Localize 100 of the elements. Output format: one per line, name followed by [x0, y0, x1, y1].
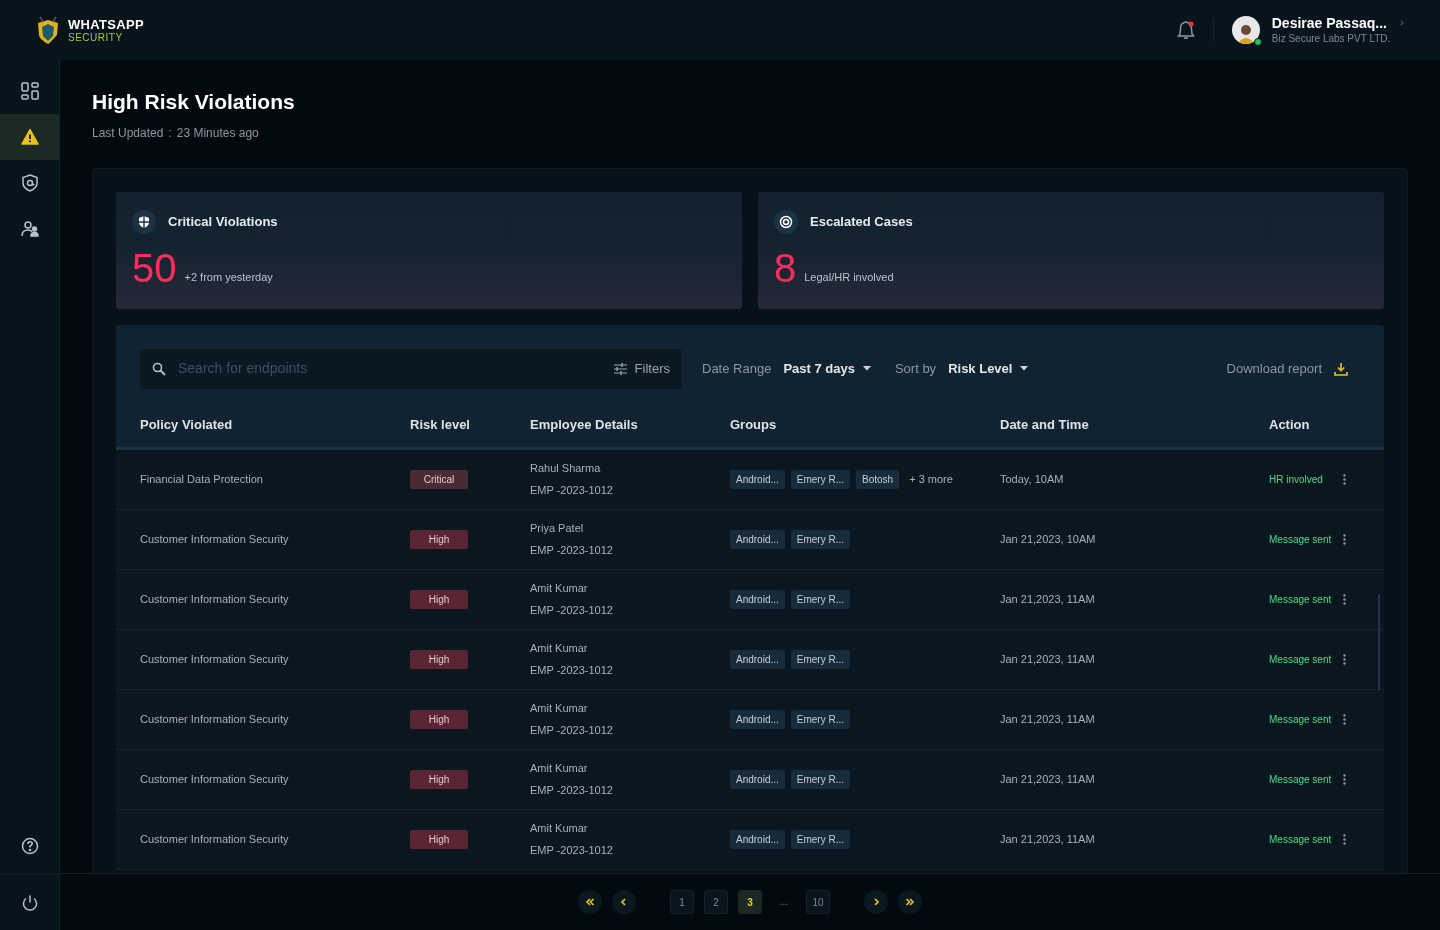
group-tag: Emery R...	[790, 529, 851, 549]
policy-cell-text: Customer Information Security	[140, 651, 290, 667]
last-page-button[interactable]	[898, 890, 922, 914]
search-field[interactable]: Search for endpoints Filters	[140, 348, 682, 389]
column-header: Action	[1269, 415, 1311, 434]
stat-note: +2 from yesterday	[184, 270, 273, 285]
employee-name: Rahul Sharma	[530, 460, 602, 476]
policy-cell-text: Customer Information Security	[140, 711, 290, 727]
group-tag: Emery R...	[790, 829, 851, 849]
action-status: HR involved	[1269, 472, 1323, 487]
more-options-icon[interactable]	[1343, 473, 1346, 485]
group-tag: Emery R...	[790, 769, 851, 789]
stat-title: Critical Violations	[168, 212, 278, 231]
nav-item[interactable]	[0, 114, 59, 160]
action-status: Message sent	[1269, 712, 1332, 727]
group-tag: Android...	[730, 529, 785, 549]
warning-icon	[20, 128, 39, 146]
date-cell-text: Jan 21,2023, 11AM	[1000, 591, 1096, 607]
stat-value: 50	[132, 247, 177, 288]
risk-badge: High	[410, 709, 468, 729]
page-button[interactable]: 2	[704, 890, 728, 914]
caret-icon	[862, 366, 871, 371]
group-tag: Android...	[730, 829, 785, 849]
first-page-button[interactable]	[578, 890, 602, 914]
avatar	[1231, 16, 1260, 44]
help-icon	[20, 837, 39, 855]
separator: :	[168, 124, 172, 142]
employee-name: Amit Kumar	[530, 640, 589, 656]
double-chevron-icon	[585, 897, 595, 907]
action-status: Message sent	[1269, 652, 1332, 667]
sliders-icon	[613, 362, 627, 375]
group-tag: Android...	[730, 769, 785, 789]
employee-id: EMP -2023-1012	[530, 603, 614, 618]
group-tag: Android...	[730, 709, 785, 729]
company-name: Biz Secure Labs PVT LTD.	[1271, 32, 1391, 45]
notification-bell-icon[interactable]	[1176, 20, 1195, 40]
more-options-icon[interactable]	[1343, 713, 1346, 725]
date-range-dropdown[interactable]: Past 7 days	[783, 358, 871, 379]
group-tag: Botosh	[856, 469, 900, 489]
previous-page-button[interactable]	[612, 890, 636, 914]
employee-id: EMP -2023-1012	[530, 783, 614, 798]
page-button[interactable]: 1	[670, 890, 694, 914]
employee-name: Amit Kumar	[530, 700, 589, 716]
search-icon	[152, 361, 166, 376]
sort-dropdown[interactable]: Risk Level	[948, 358, 1029, 379]
page-title: High Risk Violations	[92, 89, 296, 115]
group-tag: Emery R...	[790, 649, 851, 669]
last-updated-label: Last Updated	[92, 124, 164, 142]
date-cell-text: Today, 10AM	[1000, 471, 1065, 487]
column-header: Date and Time	[1000, 415, 1090, 434]
more-groups: + 3 more	[909, 470, 953, 488]
date-range-label: Date Range	[702, 359, 772, 378]
caret-icon	[1020, 366, 1029, 371]
chevron-icon[interactable]: ›	[1400, 14, 1404, 31]
group-tag: Android...	[730, 469, 785, 489]
page-button[interactable]: 10	[806, 890, 830, 914]
column-header: Policy Violated	[140, 415, 234, 434]
policy-cell-text: Customer Information Security	[140, 591, 290, 607]
date-cell-text: Jan 21,2023, 11AM	[1000, 651, 1096, 667]
brand-tagline: SECURITY	[68, 32, 124, 43]
more-options-icon[interactable]	[1343, 833, 1346, 845]
employee-name: Amit Kumar	[530, 760, 589, 776]
dashboard-icon	[20, 82, 39, 100]
risk-badge: High	[410, 649, 468, 669]
stat-value: 8	[774, 247, 797, 288]
download-icon	[1334, 361, 1348, 376]
employee-name: Amit Kumar	[530, 820, 589, 836]
stat-note: Legal/HR involved	[804, 270, 894, 285]
employee-name: Amit Kumar	[530, 580, 589, 596]
more-options-icon[interactable]	[1343, 773, 1346, 785]
download-report-button[interactable]: Download report	[1226, 358, 1348, 379]
users-icon	[20, 220, 39, 238]
chevron-icon	[619, 897, 629, 907]
next-page-button[interactable]	[864, 890, 888, 914]
group-tag: Emery R...	[790, 589, 851, 609]
shield-icon	[132, 209, 156, 234]
target-icon	[774, 209, 798, 234]
risk-badge: High	[410, 769, 468, 789]
action-status: Message sent	[1269, 832, 1332, 847]
policy-cell-text: Customer Information Security	[140, 831, 290, 847]
employee-id: EMP -2023-1012	[530, 483, 614, 498]
user-name: Desirae Passaq...	[1271, 15, 1388, 33]
date-cell-text: Jan 21,2023, 11AM	[1000, 771, 1096, 787]
group-tag: Emery R...	[790, 469, 851, 489]
group-tag: Android...	[730, 649, 785, 669]
more-options-icon[interactable]	[1343, 533, 1346, 545]
policy-cell-text: Customer Information Security	[140, 771, 290, 787]
column-header: Risk level	[410, 415, 471, 434]
column-header: Employee Details	[530, 415, 639, 434]
action-status: Message sent	[1269, 592, 1332, 607]
logo-icon	[36, 15, 60, 45]
risk-badge: High	[410, 589, 468, 609]
employee-name: Priya Patel	[530, 520, 585, 536]
action-status: Message sent	[1269, 772, 1332, 787]
page-button[interactable]: 3	[738, 890, 762, 914]
date-cell-text: Jan 21,2023, 11AM	[1000, 831, 1096, 847]
more-options-icon[interactable]	[1343, 593, 1346, 605]
filters-button[interactable]: Filters	[613, 358, 670, 379]
more-options-icon[interactable]	[1343, 653, 1346, 665]
power-icon	[20, 893, 39, 912]
